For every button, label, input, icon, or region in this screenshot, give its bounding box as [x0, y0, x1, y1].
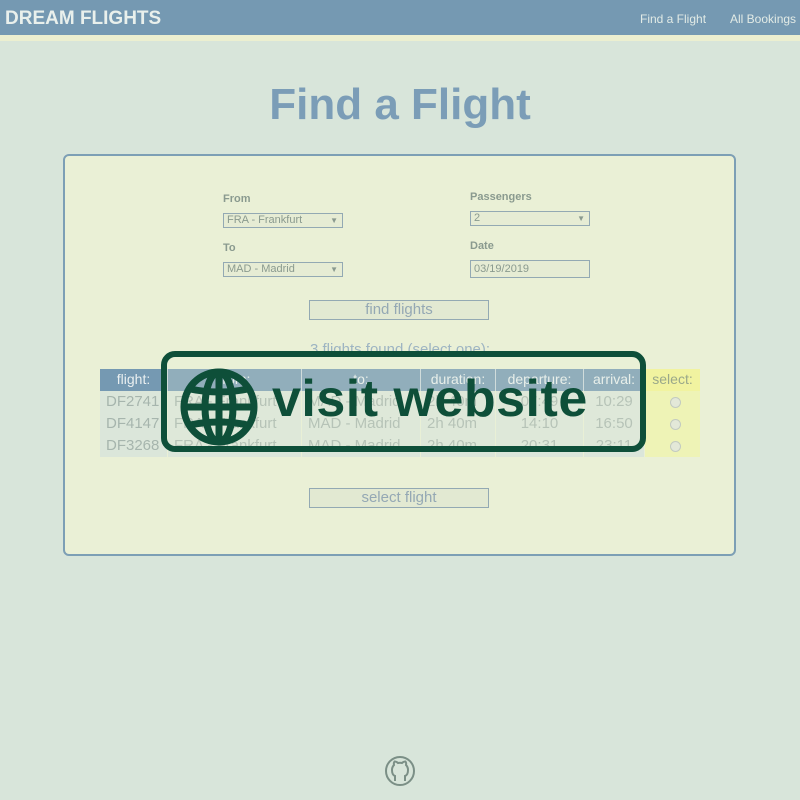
column-header-flight: flight: — [100, 369, 168, 391]
from-select[interactable]: FRA - Frankfurt ▼ — [223, 213, 343, 228]
visit-website-label: visit website — [272, 370, 588, 428]
page-title: Find a Flight — [269, 80, 531, 129]
passengers-select[interactable]: 2 ▼ — [470, 211, 590, 226]
nav-all-bookings-link[interactable]: All Bookings — [730, 12, 796, 26]
from-label: From — [223, 193, 251, 205]
flight-select-radio[interactable] — [670, 440, 681, 452]
nav-find-flight-link[interactable]: Find a Flight — [640, 12, 706, 26]
chevron-down-icon: ▼ — [330, 216, 338, 225]
chevron-down-icon: ▼ — [577, 214, 585, 223]
select-flight-button[interactable]: select flight — [309, 488, 489, 508]
date-input[interactable]: 03/19/2019 — [470, 260, 590, 278]
flight-select-radio[interactable] — [670, 396, 681, 408]
select-cell — [645, 435, 700, 457]
to-select-value: MAD - Madrid — [227, 263, 295, 275]
globe-icon — [180, 368, 258, 446]
select-cell — [645, 391, 700, 413]
chevron-down-icon: ▼ — [330, 265, 338, 274]
to-label: To — [223, 242, 236, 254]
column-header-select: select: — [645, 369, 700, 391]
flight-number: DF3268 — [100, 435, 168, 457]
date-label: Date — [470, 240, 494, 252]
top-navigation-bar: DREAM FLIGHTS Find a Flight All Bookings — [0, 0, 800, 41]
passengers-select-value: 2 — [474, 212, 481, 224]
brand-logo[interactable]: DREAM FLIGHTS — [5, 8, 161, 30]
to-select[interactable]: MAD - Madrid ▼ — [223, 262, 343, 277]
from-select-value: FRA - Frankfurt — [227, 214, 303, 226]
flight-number: DF4147 — [100, 413, 168, 435]
passengers-label: Passengers — [470, 191, 532, 203]
visit-website-button[interactable]: visit website — [161, 351, 646, 452]
find-flights-button[interactable]: find flights — [309, 300, 489, 320]
github-icon[interactable] — [383, 754, 417, 788]
flight-select-radio[interactable] — [670, 418, 681, 430]
select-cell — [645, 413, 700, 435]
flight-number: DF2741 — [100, 391, 168, 413]
